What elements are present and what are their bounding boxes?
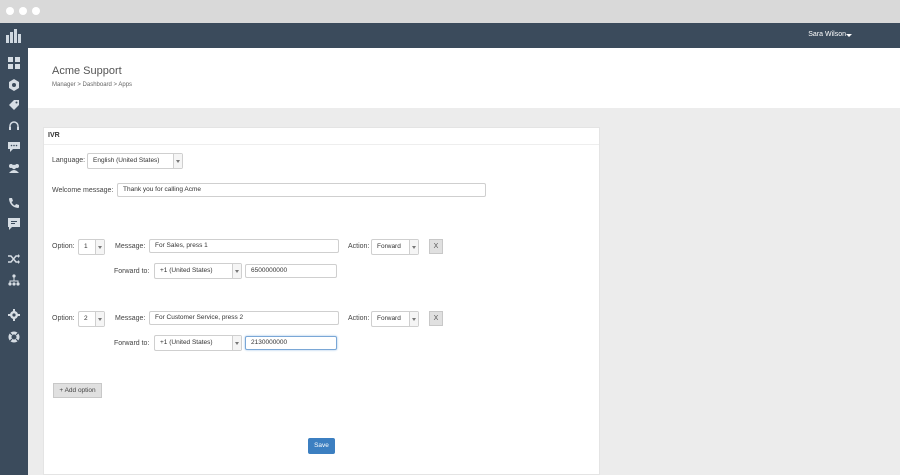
chevron-down-icon <box>232 336 241 350</box>
chevron-down-icon <box>409 312 418 326</box>
app-logo-icon[interactable] <box>6 29 22 43</box>
chevron-down-icon <box>173 154 182 168</box>
top-navbar: Sara Wilson <box>0 23 900 48</box>
user-menu-caret-icon[interactable] <box>846 34 852 37</box>
country-code-value: +1 (United States) <box>160 339 213 346</box>
panel-divider <box>44 144 599 145</box>
language-select[interactable]: English (United States) <box>87 153 183 169</box>
welcome-message-label: Welcome message: <box>52 187 114 194</box>
option-label: Option: <box>52 243 75 250</box>
option-message-value: For Sales, press 1 <box>155 242 208 249</box>
country-code-select[interactable]: +1 (United States) <box>154 263 242 279</box>
page-title: Acme Support <box>52 65 122 77</box>
country-code-value: +1 (United States) <box>160 267 213 274</box>
message-label: Message: <box>115 315 146 322</box>
page-header: Acme Support Manager > Dashboard > Apps <box>28 48 900 108</box>
gear-icon[interactable] <box>8 309 20 321</box>
breadcrumb: Manager > Dashboard > Apps <box>52 82 133 88</box>
chevron-down-icon <box>95 240 104 254</box>
headset-icon[interactable] <box>8 120 20 132</box>
message-label: Message: <box>115 243 146 250</box>
option-message-value: For Customer Service, press 2 <box>155 314 244 321</box>
hierarchy-icon[interactable] <box>8 274 20 286</box>
window-titlebar <box>0 0 900 23</box>
welcome-message-value: Thank you for calling Acme <box>123 186 202 193</box>
shuffle-icon[interactable] <box>8 253 20 265</box>
forward-to-label: Forward to: <box>114 340 150 347</box>
sidebar <box>0 48 28 475</box>
grid-icon[interactable] <box>8 57 20 69</box>
action-select[interactable]: Forward <box>371 311 419 327</box>
window-close-dot[interactable] <box>6 7 14 15</box>
action-label: Action: <box>348 315 370 322</box>
action-label: Action: <box>348 243 370 250</box>
remove-option-button[interactable]: X <box>429 239 443 254</box>
option-message-input[interactable]: For Customer Service, press 2 <box>149 311 339 325</box>
language-select-value: English (United States) <box>93 157 160 164</box>
chevron-down-icon <box>95 312 104 326</box>
forward-phone-value: 6500000000 <box>251 267 288 274</box>
users-icon[interactable] <box>8 162 20 174</box>
option-number-select[interactable]: 2 <box>78 311 105 327</box>
forward-phone-input[interactable]: 6500000000 <box>245 264 337 278</box>
phone-icon[interactable] <box>8 197 20 209</box>
ivr-panel: IVR <box>43 127 600 475</box>
action-select-value: Forward <box>377 243 401 250</box>
hexagon-icon[interactable] <box>8 79 20 91</box>
option-message-input[interactable]: For Sales, press 1 <box>149 239 339 253</box>
remove-option-button[interactable]: X <box>429 311 443 326</box>
country-code-select[interactable]: +1 (United States) <box>154 335 242 351</box>
chevron-down-icon <box>232 264 241 278</box>
option-number-value: 1 <box>84 243 88 250</box>
lifebuoy-icon[interactable] <box>8 331 20 343</box>
action-select-value: Forward <box>377 315 401 322</box>
tag-icon[interactable] <box>8 99 20 111</box>
forward-phone-value: 2130000000 <box>251 339 288 346</box>
language-label: Language: <box>52 157 86 164</box>
message-icon[interactable] <box>8 218 20 230</box>
window-minimize-dot[interactable] <box>19 7 27 15</box>
welcome-message-input[interactable]: Thank you for calling Acme <box>117 183 486 197</box>
option-number-select[interactable]: 1 <box>78 239 105 255</box>
option-label: Option: <box>52 315 75 322</box>
action-select[interactable]: Forward <box>371 239 419 255</box>
window-zoom-dot[interactable] <box>32 7 40 15</box>
add-option-button[interactable]: + Add option <box>53 383 102 398</box>
option-number-value: 2 <box>84 315 88 322</box>
forward-to-label: Forward to: <box>114 268 150 275</box>
save-button[interactable]: Save <box>308 438 335 454</box>
chat-icon[interactable] <box>8 141 20 153</box>
chevron-down-icon <box>409 240 418 254</box>
user-menu[interactable]: Sara Wilson <box>808 31 846 38</box>
forward-phone-input[interactable]: 2130000000 <box>245 336 337 350</box>
panel-title: IVR <box>48 132 60 139</box>
